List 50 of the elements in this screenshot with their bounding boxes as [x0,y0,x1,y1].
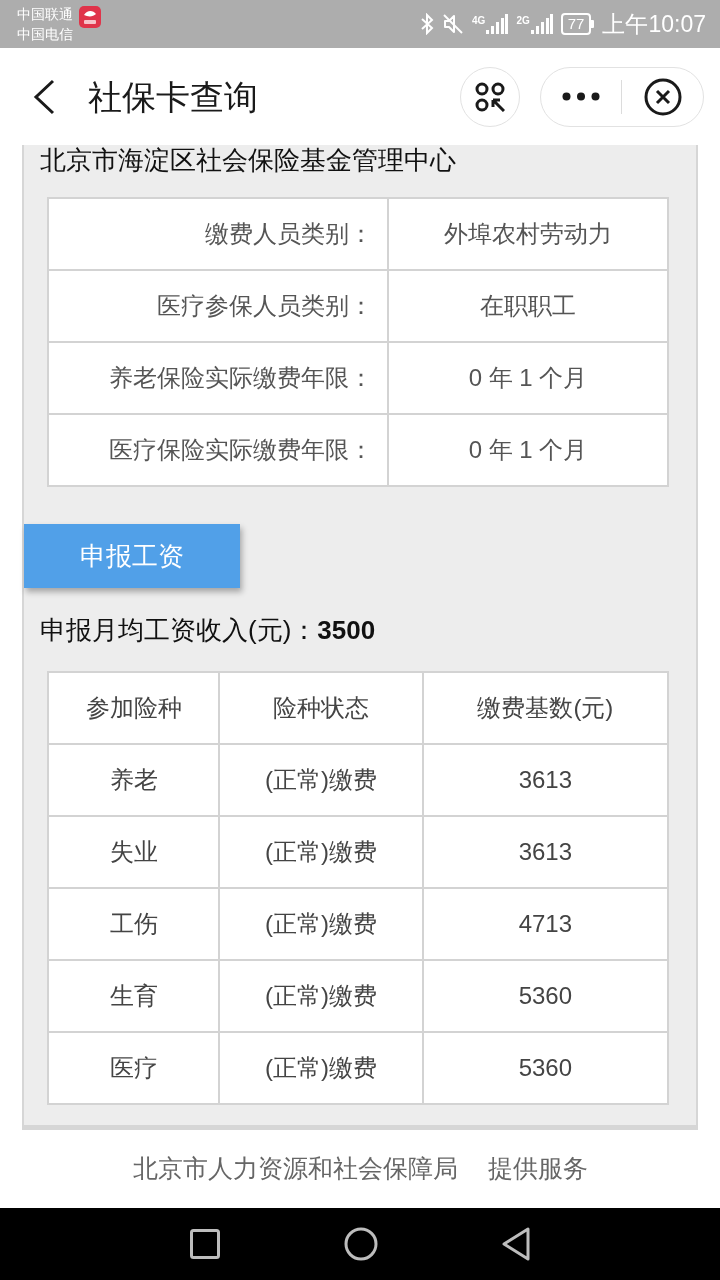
home-icon[interactable] [344,1227,378,1261]
carrier-name: 中国电信 [17,25,73,44]
table-cell: (正常)缴费 [219,888,423,960]
signal-icon [486,14,509,34]
close-icon [643,77,682,116]
network-type-label: 2G [516,16,530,26]
table-cell: 失业 [48,816,220,888]
page-title: 社保卡查询 [88,76,258,117]
table-cell: 5360 [422,1032,668,1104]
section-title: 北京市海淀区社会保险基金管理中心 [39,145,457,175]
field-label: 养老保险实际缴费年限： [48,342,388,414]
field-label: 医疗保险实际缴费年限： [48,414,388,486]
declare-wage-button[interactable]: 申报工资 [24,524,240,588]
table-cell: 养老 [48,744,220,816]
table-cell: (正常)缴费 [219,744,423,816]
field-label: 医疗参保人员类别： [48,270,388,342]
declared-wage-text: 申报月均工资收入(元)：3500 [39,615,377,645]
field-value: 0 年 1 个月 [388,342,668,414]
table-cell: 4713 [422,888,668,960]
column-header: 险种状态 [219,672,423,744]
recents-icon[interactable] [190,1229,220,1259]
table-cell: 工伤 [48,888,220,960]
signal-icon [530,14,553,34]
table-cell: 3613 [422,744,668,816]
bluetooth-icon [420,13,435,35]
back-icon[interactable] [502,1227,530,1261]
table-cell: 3613 [422,816,668,888]
mute-icon [442,13,465,35]
table-cell: 医疗 [48,1032,220,1104]
table-cell: 生育 [48,960,220,1032]
table-cell: 5360 [422,960,668,1032]
network-type-label: 4G [472,16,486,26]
column-header: 缴费基数(元) [422,672,668,744]
table-cell: (正常)缴费 [219,816,423,888]
table-cell: (正常)缴费 [219,1032,423,1104]
battery-indicator: 77 [560,13,595,35]
provider-name: 北京市人力资源和社会保障局 [132,1153,458,1185]
scan-icon [475,81,505,112]
field-label: 缴费人员类别： [48,198,388,270]
field-value: 在职职工 [388,270,668,342]
field-value: 外埠农村劳动力 [388,198,668,270]
service-note: 提供服务 [487,1153,588,1185]
field-value: 0 年 1 个月 [388,414,668,486]
more-icon [562,92,600,101]
app-notification-icon [79,6,101,28]
clock-time: 上午10:07 [602,11,706,37]
carrier-name: 中国联通 [17,5,73,24]
column-header: 参加险种 [48,672,220,744]
table-cell: (正常)缴费 [219,960,423,1032]
back-icon[interactable] [32,78,56,115]
